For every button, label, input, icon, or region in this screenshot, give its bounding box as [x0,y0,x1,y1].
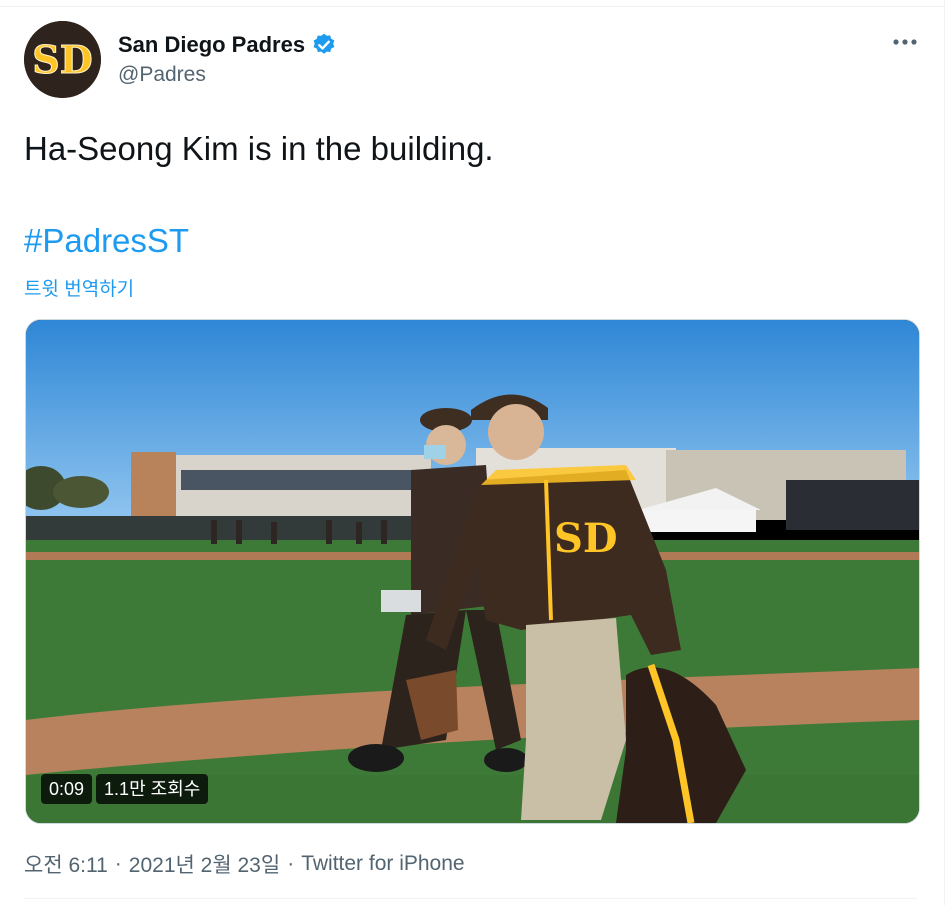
padres-logo: SD [24,21,101,98]
video-player[interactable]: SD 0:09 1.1만 조회수 [25,319,920,824]
avatar[interactable]: SD [24,21,101,98]
tweet-time[interactable]: 오전 6:11 [24,849,108,879]
svg-text:SD: SD [32,37,92,82]
meta-separator: · [287,852,295,875]
handle[interactable]: @Padres [118,63,206,87]
more-horizontal-icon[interactable] [888,30,922,54]
video-duration: 0:09 [41,774,93,804]
hashtag-link[interactable]: #PadresST [24,222,189,260]
tweet-date[interactable]: 2021년 2월 23일 [129,849,280,879]
verified-badge-icon [313,33,335,54]
divider [24,898,917,899]
tweet-metadata: 오전 6:11 · 2021년 2월 23일 · Twitter for iPh… [24,849,465,879]
tweet-text: Ha-Seong Kim is in the building. [24,130,494,167]
display-name[interactable]: San Diego Padres [118,32,305,58]
video-view-count: 1.1만 조회수 [96,774,209,804]
meta-separator: · [114,852,122,875]
tweet-source-link[interactable]: Twitter for iPhone [301,852,464,876]
jersey-logo: SD [554,515,618,562]
video-thumbnail: SD [26,320,919,823]
translate-tweet-link[interactable]: 트윗 번역하기 [24,274,134,301]
window-top-border [0,0,945,7]
name-row: San Diego Padres [118,31,337,59]
video-badges: 0:09 1.1만 조회수 [41,774,209,804]
